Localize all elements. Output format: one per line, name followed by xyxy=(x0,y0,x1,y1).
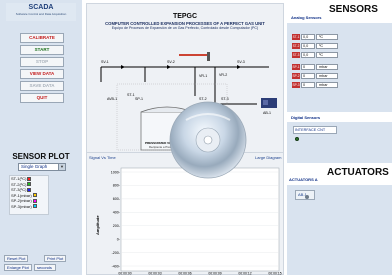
tag-vr1: VR-1 xyxy=(199,74,207,78)
enlarge-plot-button[interactable]: Enlarge Plot xyxy=(4,264,32,271)
sensor-row-sp2: SP-2 0 mbar xyxy=(292,72,338,79)
quit-button[interactable]: QUIT xyxy=(20,93,64,103)
legend-label: SP-1(mbar) xyxy=(11,192,32,198)
sensor-unit: mbar xyxy=(316,81,338,88)
interface-cnt-indicator: INTERFACE CNT xyxy=(293,126,337,134)
calibrate-button[interactable]: CALIBRATE xyxy=(20,33,64,43)
tag-vr2: VR-2 xyxy=(219,73,227,77)
sensor-unit: mbar xyxy=(316,63,338,70)
analog-sensors-label: Analog Sensors xyxy=(291,15,322,20)
compressor-detail xyxy=(263,100,268,105)
sensor-value: 0 xyxy=(301,63,315,70)
cd-disc-icon xyxy=(169,101,247,179)
y-axis-label: Amplitude xyxy=(95,215,100,235)
view-data-button[interactable]: VIEW DATA xyxy=(20,69,64,79)
scada-logo: SCADA Software Control and Data Acquisit… xyxy=(6,3,76,21)
plot-area xyxy=(120,167,280,272)
sensor-tag: ST-3 xyxy=(292,51,300,58)
legend-swatch xyxy=(27,187,32,192)
legend-label: ST-1(ºC) xyxy=(11,176,27,182)
y-tick-label: -200- xyxy=(112,251,121,255)
print-plot-button[interactable]: Print Plot xyxy=(44,255,67,262)
tag-sv3: SV-3 xyxy=(237,60,245,64)
sensor-unit: ºC xyxy=(316,33,338,40)
sensor-tag: SP-1 xyxy=(292,63,300,70)
sensor-value: 0,0 xyxy=(301,33,315,40)
sensor-row-st1: ST-1 0,0 ºC xyxy=(292,33,338,40)
legend-swatch xyxy=(32,198,37,203)
sensor-value: 0 xyxy=(301,81,315,88)
sensor-tag: ST-2 xyxy=(292,42,300,49)
plot-legend: ST-1(ºC) ST-2(ºC) ST-3(ºC) SP-1(mbar) SP… xyxy=(9,175,49,215)
legend-label: ST-3(ºC) xyxy=(11,187,27,193)
sensor-tag: SP-2 xyxy=(292,72,300,79)
y-ticks: 1000- 800- 600- 400- 200- 0- -200- -400- xyxy=(111,170,121,268)
left-panel: SCADA Software Control and Data Acquisit… xyxy=(0,0,82,275)
y-tick-label: 1000- xyxy=(111,170,121,174)
sensor-unit: ºC xyxy=(316,42,338,49)
tag-ab1: AB-1 xyxy=(263,111,271,115)
ab1-toggle-button[interactable]: AB-1 xyxy=(295,190,315,200)
valve-sv1 xyxy=(121,65,125,69)
legend-label: SP-3(mbar) xyxy=(11,203,32,209)
start-button[interactable]: START xyxy=(20,45,64,55)
legend-item[interactable]: SP-3(mbar) xyxy=(10,204,48,210)
y-tick-label: 400- xyxy=(113,211,121,215)
time-unit-select[interactable]: seconds xyxy=(34,264,56,271)
status-led-icon xyxy=(295,137,299,141)
logo-title: SCADA xyxy=(28,4,54,11)
sensor-unit: ºC xyxy=(316,51,338,58)
tag-avb1: AVB-1 xyxy=(107,97,117,101)
tag-sv2: SV-2 xyxy=(167,60,175,64)
tube-red xyxy=(179,54,209,56)
reset-plot-button[interactable]: Reset Plot xyxy=(4,255,29,262)
time-unit-value: seconds xyxy=(37,265,52,270)
digital-sensors-label: Digital Sensors xyxy=(291,115,321,120)
actuators-header: ACTUATORS ACTUATORS A xyxy=(287,163,392,185)
sensor-row-sp3: SP-3 0 mbar xyxy=(292,81,338,88)
y-tick-label: 0- xyxy=(117,237,121,241)
legend-swatch xyxy=(27,182,32,187)
tag-st1: ST-1 xyxy=(127,93,135,97)
tag-sv1: SV-1 xyxy=(101,60,109,64)
valve-sv3 xyxy=(237,65,241,69)
valve-sv2 xyxy=(167,65,171,69)
actuators-title: ACTUATORS xyxy=(327,167,389,178)
sensor-value: 0 xyxy=(301,72,315,79)
logo-subtitle: Software Control and Data Acquisition xyxy=(15,12,67,16)
legend-label: ST-2(ºC) xyxy=(11,181,27,187)
legend-label: SP-2(mbar) xyxy=(11,198,32,204)
digital-sensors-header: Digital Sensors xyxy=(287,112,392,122)
sensors-header: SENSORS Analog Sensors xyxy=(287,0,392,23)
sensors-title: SENSORS xyxy=(329,4,378,15)
save-data-button[interactable]: SAVE DATA xyxy=(20,81,64,91)
graph-mode-select[interactable]: Single Graph ▼ xyxy=(18,163,66,171)
sensor-value: 0,0 xyxy=(301,51,315,58)
sensor-row-st3: ST-3 0,0 ºC xyxy=(292,51,338,58)
sensor-row-sp1: SP-1 0 mbar xyxy=(292,63,338,70)
actuators-a-label: ACTUATORS A xyxy=(289,177,318,182)
right-panel: SENSORS Analog Sensors ST-1 0,0 ºC ST-2 … xyxy=(287,0,392,275)
sensor-tag: ST-1 xyxy=(292,33,300,40)
sensor-tag: SP-3 xyxy=(292,81,300,88)
sensor-value: 0,0 xyxy=(301,42,315,49)
sensor-row-st2: ST-2 0,0 ºC xyxy=(292,42,338,49)
y-tick-label: 800- xyxy=(113,184,121,188)
regulator-vr1 xyxy=(207,52,210,61)
tag-sp1: SP-1 xyxy=(135,97,143,101)
graph-mode-value: Single Graph xyxy=(21,164,48,169)
chevron-down-icon[interactable]: ▼ xyxy=(58,164,65,170)
legend-swatch xyxy=(32,204,37,209)
ab1-led-icon xyxy=(305,195,309,199)
y-tick-label: -400- xyxy=(112,264,121,268)
sensor-plot-title: SENSOR PLOT xyxy=(12,152,70,161)
legend-swatch xyxy=(32,193,37,198)
stop-button[interactable]: STOP xyxy=(20,57,64,67)
y-tick-label: 600- xyxy=(113,197,121,201)
sensor-unit: mbar xyxy=(316,72,338,79)
y-tick-label: 200- xyxy=(113,224,121,228)
legend-swatch xyxy=(27,176,32,181)
